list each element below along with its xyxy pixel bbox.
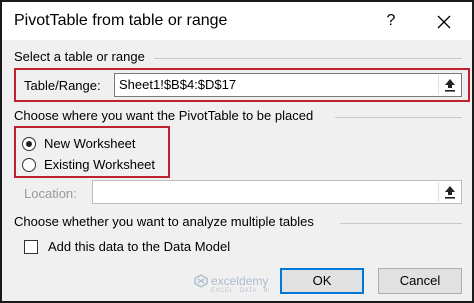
radio-existing-worksheet[interactable]: Existing Worksheet: [22, 157, 155, 172]
data-model-option[interactable]: Add this data to the Data Model: [24, 239, 230, 254]
location-collapse-button[interactable]: [438, 182, 460, 202]
pivottable-dialog: PivotTable from table or range ? Select …: [0, 0, 474, 303]
divider: [340, 223, 462, 224]
table-range-label: Table/Range:: [24, 78, 101, 93]
radio-label: New Worksheet: [44, 136, 136, 151]
exceldemy-watermark: exceldemy EXCEL · DATA · BI: [194, 274, 270, 294]
radio-new-worksheet[interactable]: New Worksheet: [22, 136, 136, 151]
location-input[interactable]: [92, 180, 462, 204]
title-bar: PivotTable from table or range ?: [2, 2, 472, 40]
range-collapse-button[interactable]: [438, 75, 460, 95]
watermark-tagline: EXCEL · DATA · BI: [211, 288, 271, 294]
select-section-heading: Select a table or range: [14, 49, 145, 64]
divider: [335, 117, 462, 118]
radio-button[interactable]: [22, 136, 36, 151]
ok-button[interactable]: OK: [280, 268, 364, 294]
data-model-label: Add this data to the Data Model: [48, 239, 231, 254]
radio-label: Existing Worksheet: [44, 157, 156, 172]
radio-button[interactable]: [22, 157, 36, 172]
placement-section-heading: Choose where you want the PivotTable to …: [14, 108, 314, 123]
location-label: Location:: [24, 186, 77, 201]
watermark-brand: exceldemy: [211, 274, 269, 288]
exceldemy-logo-icon: [194, 274, 208, 288]
cancel-button[interactable]: Cancel: [378, 268, 462, 294]
close-icon: [437, 15, 451, 29]
help-button[interactable]: ?: [376, 6, 406, 36]
data-model-checkbox[interactable]: [24, 239, 38, 254]
collapse-dialog-icon: [444, 186, 455, 199]
close-button[interactable]: [426, 6, 462, 36]
dialog-title: PivotTable from table or range: [14, 12, 228, 29]
divider: [154, 58, 462, 59]
table-range-value: Sheet1!$B$4:$D$17: [119, 77, 237, 92]
multiple-section-heading: Choose whether you want to analyze multi…: [14, 214, 314, 229]
table-range-input[interactable]: Sheet1!$B$4:$D$17: [114, 73, 462, 97]
collapse-dialog-icon: [444, 79, 455, 92]
